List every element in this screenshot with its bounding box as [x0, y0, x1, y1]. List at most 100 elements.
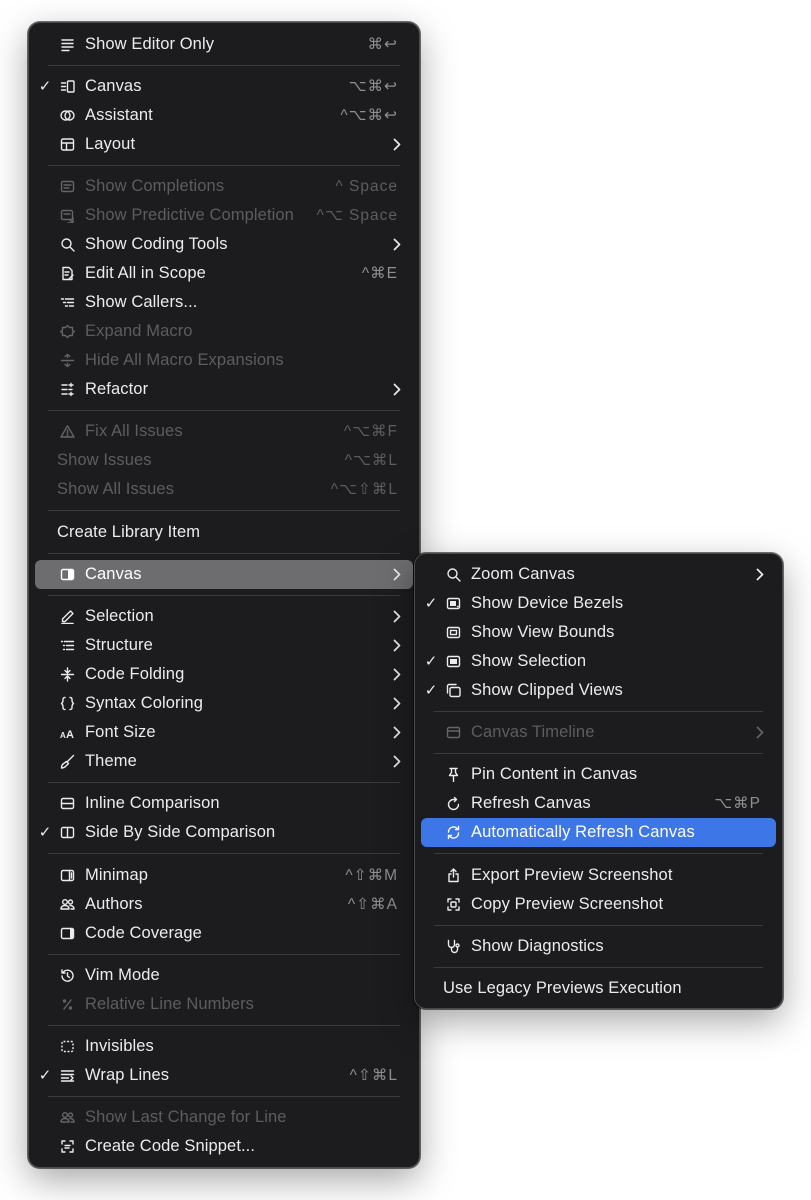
- menu-item-wrap-lines[interactable]: ✓ Wrap Lines ^⇧⌘L: [29, 1061, 419, 1090]
- menu-item-layout[interactable]: Layout: [29, 130, 419, 159]
- menu-item-code-coverage[interactable]: Code Coverage: [29, 919, 419, 948]
- menu-separator: [48, 1096, 400, 1097]
- menu-item-side-by-side-comparison[interactable]: ✓ Side By Side Comparison: [29, 818, 419, 847]
- menu-separator: [434, 925, 763, 926]
- menu-item-show-last-change-for-line: Show Last Change for Line: [29, 1103, 419, 1132]
- menu-item-invisibles[interactable]: Invisibles: [29, 1032, 419, 1061]
- keyboard-shortcut: ^⌥⌘L: [344, 452, 398, 469]
- menu-item-inline-comparison[interactable]: Inline Comparison: [29, 789, 419, 818]
- menu-item-label: Show Device Bezels: [471, 594, 624, 612]
- menu-item-structure[interactable]: Structure: [29, 631, 419, 660]
- menu-separator: [48, 954, 400, 955]
- menu-separator: [48, 410, 400, 411]
- menu-item-label: Show View Bounds: [471, 623, 615, 641]
- wrap-lines-icon: [60, 1070, 75, 1082]
- menu-item-assistant[interactable]: Assistant ^⌥⌘↩: [29, 101, 419, 130]
- canvas-submenu-item-show-device-bezels[interactable]: ✓ Show Device Bezels: [415, 589, 782, 618]
- menu-item-label: Font Size: [85, 723, 156, 741]
- menu-separator: [434, 853, 763, 854]
- canvas-submenu-item-pin-content-in-canvas[interactable]: Pin Content in Canvas: [415, 760, 782, 789]
- menu-item-expand-macro: Expand Macro: [29, 317, 419, 346]
- menu-item-fix-all-issues: Fix All Issues ^⌥⌘F: [29, 417, 419, 446]
- menu-item-label: Hide All Macro Expansions: [85, 351, 284, 369]
- refactor-icon: [61, 382, 74, 397]
- canvas-submenu-item-show-clipped-views[interactable]: ✓ Show Clipped Views: [415, 676, 782, 705]
- menu-item-minimap[interactable]: Minimap ^⇧⌘M: [29, 861, 419, 890]
- menu-item-show-predictive-completion: Show Predictive Completion ^⌥ Space: [29, 201, 419, 230]
- canvas-submenu-item-use-legacy-previews-execution[interactable]: Use Legacy Previews Execution: [415, 974, 782, 1003]
- canvas-submenu-item-export-preview-screenshot[interactable]: Export Preview Screenshot: [415, 861, 782, 890]
- hide-macro-icon: [60, 353, 75, 368]
- menu-item-label: Syntax Coloring: [85, 694, 203, 712]
- menu-item-authors[interactable]: Authors ^⇧⌘A: [29, 890, 419, 919]
- menu-item-font-size[interactable]: A A Font Size: [29, 718, 419, 747]
- invisibles-icon: [61, 1040, 74, 1053]
- canvas-layout-icon: [60, 80, 75, 93]
- keyboard-shortcut: ^⌥⌘↩: [340, 107, 398, 124]
- menu-item-hide-all-macro-expansions: Hide All Macro Expansions: [29, 346, 419, 375]
- font-size-icon: AA: [60, 729, 74, 740]
- chevron-right-icon: [393, 726, 401, 739]
- menu-item-label: Vim Mode: [85, 966, 160, 984]
- canvas-submenu-item-show-diagnostics[interactable]: Show Diagnostics: [415, 932, 782, 961]
- menu-item-edit-all-in-scope[interactable]: Edit All in Scope ^⌘E: [29, 259, 419, 288]
- menu-item-label: Zoom Canvas: [471, 565, 575, 583]
- menu-item-create-library-item[interactable]: Create Library Item: [29, 518, 419, 547]
- menu-separator: [48, 65, 400, 66]
- menu-item-theme[interactable]: Theme: [29, 747, 419, 776]
- stethoscope-icon: [447, 939, 460, 954]
- menu-item-show-issues: Show Issues ^⌥⌘L: [29, 446, 419, 475]
- editor-lines-icon: [61, 39, 74, 52]
- menu-separator: [48, 595, 400, 596]
- menu-item-label: Show Last Change for Line: [85, 1108, 287, 1126]
- chevron-right-icon: [393, 639, 401, 652]
- menu-item-label: Show Coding Tools: [85, 235, 228, 253]
- menu-item-label: Fix All Issues: [85, 422, 183, 440]
- warning-triangle-icon: [60, 425, 75, 438]
- canvas-submenu-item-automatically-refresh-canvas[interactable]: Automatically Refresh Canvas: [415, 818, 782, 847]
- structure-icon: [60, 640, 75, 651]
- menu-item-label: Expand Macro: [85, 322, 193, 340]
- canvas-submenu-item-zoom-canvas[interactable]: Zoom Canvas: [415, 560, 782, 589]
- menu-item-syntax-coloring[interactable]: Syntax Coloring: [29, 689, 419, 718]
- menu-item-label: Show Diagnostics: [471, 937, 604, 955]
- chevron-right-icon: [756, 568, 764, 581]
- canvas-submenu-item-show-selection[interactable]: ✓ Show Selection: [415, 647, 782, 676]
- canvas-submenu-item-refresh-canvas[interactable]: Refresh Canvas ⌥⌘P: [415, 789, 782, 818]
- menu-item-vim-mode[interactable]: Vim Mode: [29, 961, 419, 990]
- checkmark-icon: ✓: [424, 595, 438, 612]
- menu-item-create-code-snippet[interactable]: Create Code Snippet...: [29, 1132, 419, 1161]
- device-bezels-icon: [446, 597, 461, 610]
- layout-icon: [60, 138, 75, 151]
- menu-separator: [434, 753, 763, 754]
- menu-item-code-folding[interactable]: Code Folding: [29, 660, 419, 689]
- menu-item-canvas[interactable]: Canvas: [29, 560, 419, 589]
- keyboard-shortcut: ^⇧⌘M: [345, 867, 398, 884]
- canvas-submenu-item-show-view-bounds[interactable]: Show View Bounds: [415, 618, 782, 647]
- canvas-submenu-item-canvas-timeline: Canvas Timeline: [415, 718, 782, 747]
- side-by-side-icon: [60, 826, 75, 839]
- menu-item-show-coding-tools[interactable]: Show Coding Tools: [29, 230, 419, 259]
- menu-item-selection[interactable]: Selection: [29, 602, 419, 631]
- paintbrush-icon: [60, 754, 75, 769]
- chevron-right-icon: [756, 726, 764, 739]
- code-folding-icon: [60, 667, 75, 682]
- menu-item-label: Copy Preview Screenshot: [471, 895, 664, 913]
- selection-rect-icon: [446, 655, 461, 668]
- menu-item-label: Authors: [85, 895, 143, 913]
- menu-item-refactor[interactable]: Refactor: [29, 375, 419, 404]
- chevron-right-icon: [393, 568, 401, 581]
- assistant-circles-icon: [60, 110, 75, 121]
- editor-menu: Show Editor Only ⌘↩ ✓ Canvas ⌥⌘↩ Assistant ^⌥⌘…: [28, 22, 420, 1168]
- canvas-panel-icon: [60, 568, 75, 581]
- menu-item-show-editor-only[interactable]: Show Editor Only ⌘↩: [29, 30, 419, 59]
- magnifier-icon: [61, 238, 75, 252]
- canvas-submenu-item-copy-preview-screenshot[interactable]: Copy Preview Screenshot: [415, 890, 782, 919]
- keyboard-shortcut: ^⌥⇧⌘L: [330, 481, 398, 498]
- keyboard-shortcut: ⌥⌘P: [714, 795, 761, 812]
- menu-item-label: Show Callers...: [85, 293, 198, 311]
- menu-item-show-callers[interactable]: Show Callers...: [29, 288, 419, 317]
- chevron-right-icon: [393, 697, 401, 710]
- menu-item-label: Create Library Item: [57, 523, 201, 541]
- menu-item-canvas[interactable]: ✓ Canvas ⌥⌘↩: [29, 72, 419, 101]
